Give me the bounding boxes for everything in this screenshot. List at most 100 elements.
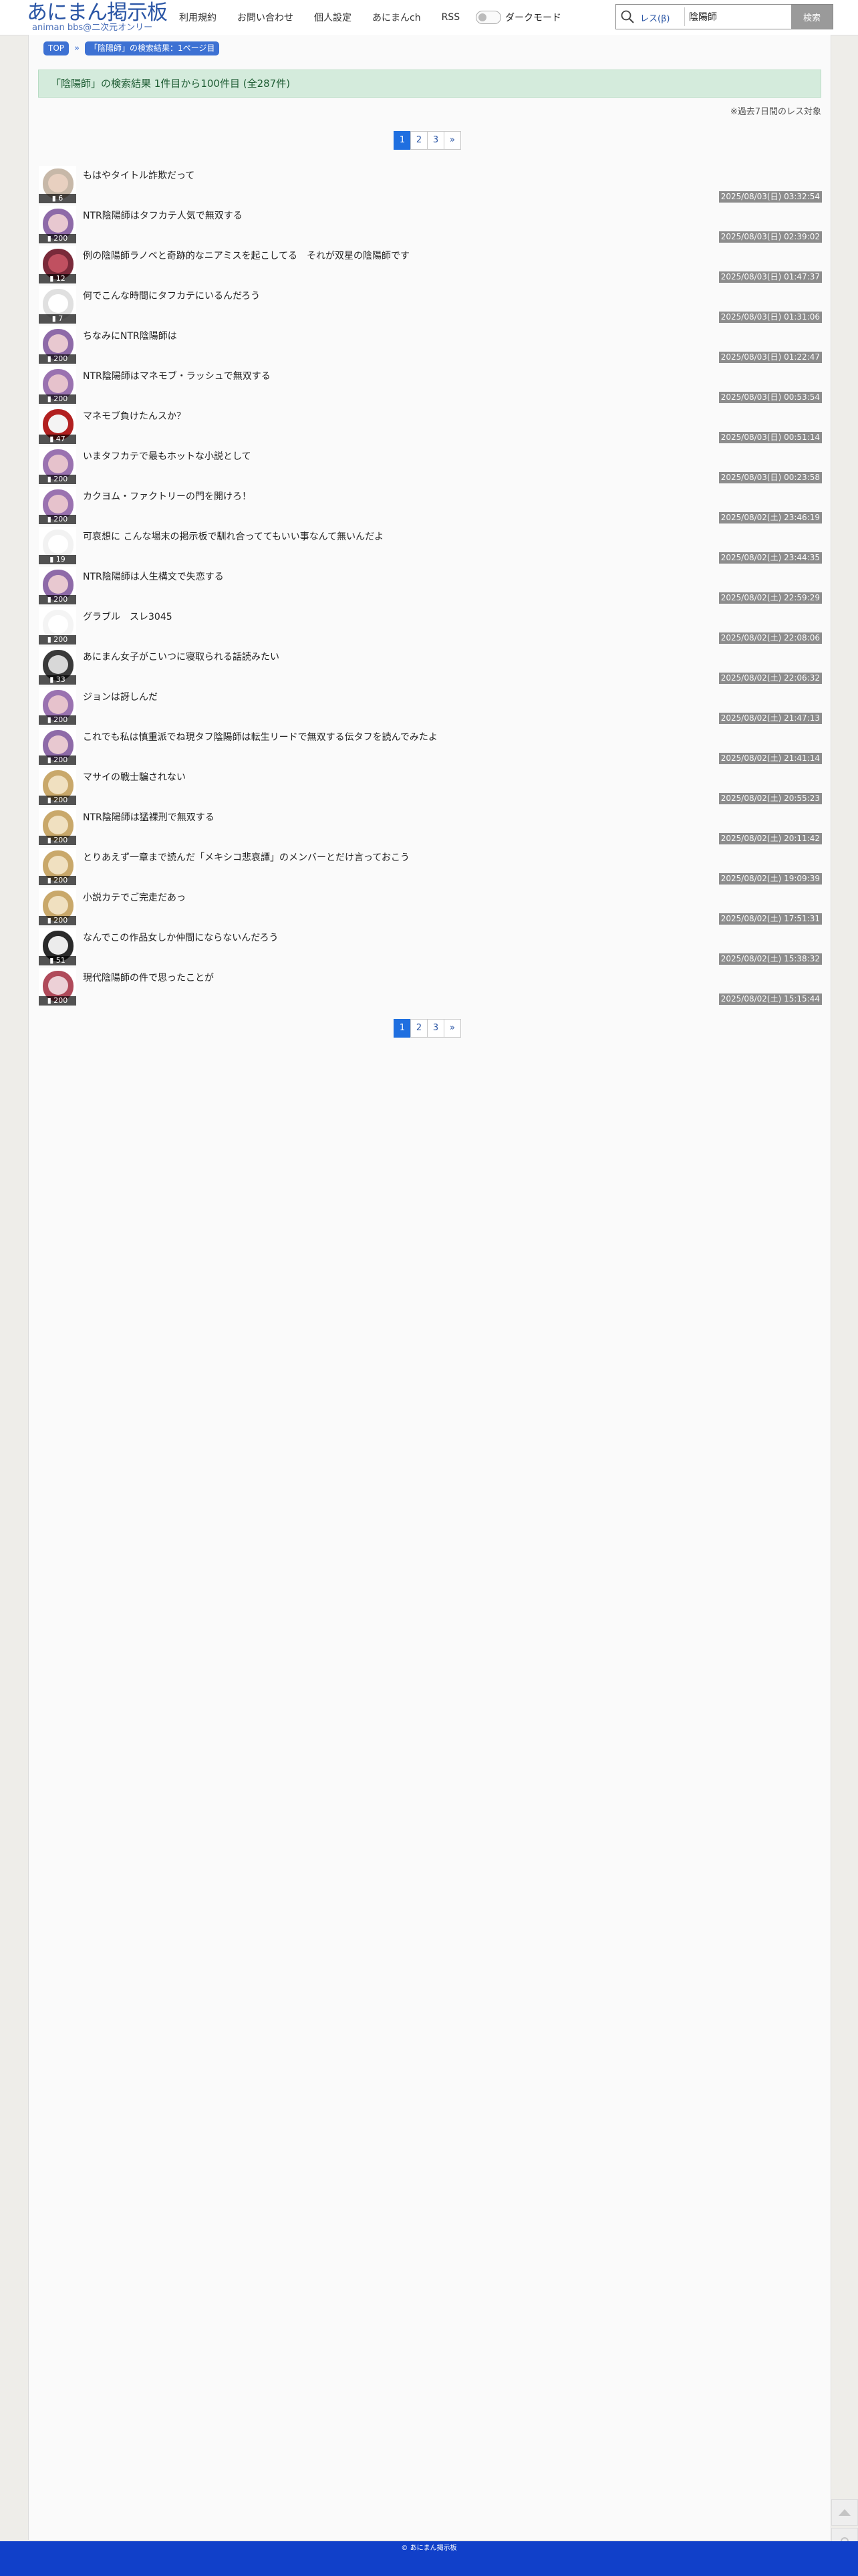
thread-row[interactable]: ▮ 6 もはやタイトル詐欺だって 2025/08/03(日) 03:32:54 (39, 166, 822, 206)
thread-row[interactable]: ▮ 200 とりあえず一章まで読んだ「メキシコ悲哀譚」のメンバーとだけ言っておこう… (39, 848, 822, 888)
thread-thumbnail[interactable]: ▮ 6 (39, 166, 76, 203)
thread-title-link[interactable]: マネモブ負けたんスか？ (83, 409, 186, 423)
nav-settings-link[interactable]: 個人設定 (314, 11, 351, 24)
thread-thumbnail[interactable]: ▮ 33 (39, 647, 76, 685)
thread-title-link[interactable]: 現代陰陽師の件で思ったことが (83, 971, 214, 984)
thread-row[interactable]: ▮ 200 グラブル スレ3045 2025/08/02(土) 22:08:06 (39, 607, 822, 647)
thread-title-link[interactable]: 可哀想に こんな場末の掲示板で馴れ合っててもいい事なんて無いんだよ (83, 530, 384, 543)
thread-row[interactable]: ▮ 200 現代陰陽師の件で思ったことが 2025/08/02(土) 15:15:4… (39, 968, 822, 1008)
reply-count: 200 (53, 394, 68, 403)
thread-thumbnail[interactable]: ▮ 51 (39, 928, 76, 965)
thread-thumbnail[interactable]: ▮ 200 (39, 768, 76, 805)
thread-thumbnail[interactable]: ▮ 200 (39, 848, 76, 885)
thread-title-link[interactable]: NTR陰陽師はマネモブ・ラッシュで無双する (83, 369, 271, 382)
page-link[interactable]: 2 (410, 1019, 428, 1038)
comment-icon: ▮ (47, 234, 54, 243)
nav-animanch-link[interactable]: あにまんch (372, 11, 421, 24)
thread-thumbnail[interactable]: ▮ 200 (39, 888, 76, 925)
thread-thumbnail[interactable]: ▮ 200 (39, 447, 76, 484)
thread-updated-date: 2025/08/03(日) 01:22:47 (718, 352, 822, 363)
breadcrumb-current[interactable]: 「陰陽師」の検索結果：1ページ目 (84, 41, 220, 55)
thread-row[interactable]: ▮ 200 NTR陰陽師は人生構文で失恋する 2025/08/02(土) 22:59… (39, 567, 822, 607)
thread-row[interactable]: ▮ 200 小説カテでご完走だあっ 2025/08/02(土) 17:51:31 (39, 888, 822, 928)
thread-thumbnail[interactable]: ▮ 200 (39, 808, 76, 845)
nav-rss-link[interactable]: RSS (442, 12, 460, 23)
thread-row[interactable]: ▮ 200 いまタフカテで最もホットな小説として 2025/08/03(日) 00:… (39, 447, 822, 487)
reply-count-badge: ▮ 7 (39, 314, 76, 324)
thread-thumbnail[interactable]: ▮ 200 (39, 687, 76, 725)
next-page-link[interactable]: » (444, 1019, 461, 1038)
thread-row[interactable]: ▮ 200 NTR陰陽師はタフカテ人気で無双する 2025/08/03(日) 02:… (39, 206, 822, 246)
thread-title-link[interactable]: もはやタイトル詐欺だって (83, 168, 194, 182)
page-link[interactable]: 2 (410, 131, 428, 150)
thread-thumbnail[interactable]: ▮ 19 (39, 527, 76, 564)
comment-icon: ▮ (47, 996, 54, 1005)
reply-count-badge: ▮ 51 (39, 956, 76, 965)
thread-title-link[interactable]: NTR陰陽師は猛裸刑で無双する (83, 810, 214, 824)
nav-menu: 利用規約 お問い合わせ 個人設定 あにまんch RSS (179, 0, 480, 35)
thread-row[interactable]: ▮ 51 なんでこの作品女しか仲間にならないんだろう 2025/08/02(土) 1… (39, 928, 822, 968)
scroll-top-button[interactable] (831, 2499, 858, 2526)
thread-row[interactable]: ▮ 200 マサイの戦士騙されない 2025/08/02(土) 20:55:23 (39, 768, 822, 808)
thread-row[interactable]: ▮ 47 マネモブ負けたんスか？ 2025/08/03(日) 00:51:14 (39, 406, 822, 447)
thread-row[interactable]: ▮ 7 何でこんな時間にタフカテにいるんだろう 2025/08/03(日) 01:3… (39, 286, 822, 326)
thread-thumbnail[interactable]: ▮ 200 (39, 567, 76, 604)
page-link[interactable]: 3 (427, 131, 444, 150)
thread-title-link[interactable]: マサイの戦士騙されない (83, 770, 186, 784)
thread-title-link[interactable]: 何でこんな時間にタフカテにいるんだろう (83, 289, 260, 302)
nav-terms-link[interactable]: 利用規約 (179, 11, 217, 24)
thread-thumbnail[interactable]: ▮ 200 (39, 487, 76, 524)
thread-thumbnail[interactable]: ▮ 12 (39, 246, 76, 283)
page-link[interactable]: 3 (427, 1019, 444, 1038)
thread-row[interactable]: ▮ 200 ちなみにNTR陰陽師は 2025/08/03(日) 01:22:47 (39, 326, 822, 366)
thread-title-link[interactable]: いまタフカテで最もホットな小説として (83, 449, 251, 463)
search-mode-selector[interactable]: レス(β) (640, 11, 670, 24)
next-page-link[interactable]: » (444, 131, 461, 150)
thread-title-link[interactable]: ジョンは訝しんだ (83, 690, 158, 703)
dark-mode-label: ダークモード (505, 13, 561, 23)
thread-row[interactable]: ▮ 200 これでも私は慎重派でね現タフ陰陽師は転生リードで無双する伝タフを読んで… (39, 727, 822, 768)
thread-updated-date: 2025/08/02(土) 20:55:23 (718, 793, 822, 804)
dark-mode-switch[interactable]: ダークモード (476, 9, 561, 25)
thread-title-link[interactable]: グラブル スレ3045 (83, 610, 172, 623)
thread-thumbnail[interactable]: ▮ 7 (39, 286, 76, 324)
search-button[interactable]: 検索 (791, 5, 833, 29)
thread-thumbnail[interactable]: ▮ 200 (39, 727, 76, 765)
thread-title-link[interactable]: なんでこの作品女しか仲間にならないんだろう (83, 931, 278, 944)
comment-icon: ▮ (49, 555, 56, 564)
thread-row[interactable]: ▮ 33 あにまん女子がこいつに寝取られる話読みたい 2025/08/02(土) 2… (39, 647, 822, 687)
thread-row[interactable]: ▮ 12 例の陰陽師ラノベと奇跡的なニアミスを起こしてる それが双星の陰陽師です 2… (39, 246, 822, 286)
search-input[interactable] (684, 7, 784, 26)
nav-contact-link[interactable]: お問い合わせ (237, 11, 293, 24)
thread-thumbnail[interactable]: ▮ 200 (39, 206, 76, 243)
thread-title-link[interactable]: NTR陰陽師はタフカテ人気で無双する (83, 209, 243, 222)
thread-title-link[interactable]: あにまん女子がこいつに寝取られる話読みたい (83, 650, 279, 663)
thread-row[interactable]: ▮ 200 NTR陰陽師はマネモブ・ラッシュで無双する 2025/08/03(日) … (39, 366, 822, 406)
thread-thumbnail[interactable]: ▮ 200 (39, 968, 76, 1006)
thread-title-link[interactable]: 例の陰陽師ラノベと奇跡的なニアミスを起こしてる それが双星の陰陽師です (83, 249, 410, 262)
reply-count: 33 (55, 675, 65, 684)
thread-row[interactable]: ▮ 19 可哀想に こんな場末の掲示板で馴れ合っててもいい事なんて無いんだよ 202… (39, 527, 822, 567)
thread-thumbnail[interactable]: ▮ 200 (39, 366, 76, 404)
thread-row[interactable]: ▮ 200 ジョンは訝しんだ 2025/08/02(土) 21:47:13 (39, 687, 822, 727)
thumbnail-face (48, 174, 68, 193)
thread-updated-date: 2025/08/02(土) 22:59:29 (718, 592, 822, 604)
thread-title-link[interactable]: これでも私は慎重派でね現タフ陰陽師は転生リードで無双する伝タフを読んでみたよ (83, 730, 438, 743)
page-link[interactable]: 1 (394, 1019, 411, 1038)
thread-title-link[interactable]: とりあえず一章まで読んだ「メキシコ悲哀譚」のメンバーとだけ言っておこう (83, 850, 410, 864)
thread-row[interactable]: ▮ 200 NTR陰陽師は猛裸刑で無双する 2025/08/02(土) 20:11:… (39, 808, 822, 848)
thread-title-link[interactable]: 小説カテでご完走だあっ (83, 891, 186, 904)
thread-thumbnail[interactable]: ▮ 200 (39, 326, 76, 364)
thread-title-link[interactable]: NTR陰陽師は人生構文で失恋する (83, 570, 224, 583)
thread-row[interactable]: ▮ 200 カクヨム・ファクトリーの門を開けろ！ 2025/08/02(土) 23:… (39, 487, 822, 527)
site-logo[interactable]: あにまん掲示板 animan bbs@二次元オンリー (27, 1, 168, 32)
thread-title-link[interactable]: カクヨム・ファクトリーの門を開けろ！ (83, 489, 251, 503)
breadcrumb-top[interactable]: TOP (43, 41, 69, 55)
thread-thumbnail[interactable]: ▮ 200 (39, 607, 76, 645)
thread-thumbnail[interactable]: ▮ 47 (39, 406, 76, 444)
thumbnail-face (48, 856, 68, 874)
dark-mode-toggle[interactable] (476, 11, 501, 24)
page-link[interactable]: 1 (394, 131, 411, 150)
reply-count: 200 (53, 996, 68, 1005)
thread-title-link[interactable]: ちなみにNTR陰陽師は (83, 329, 177, 342)
